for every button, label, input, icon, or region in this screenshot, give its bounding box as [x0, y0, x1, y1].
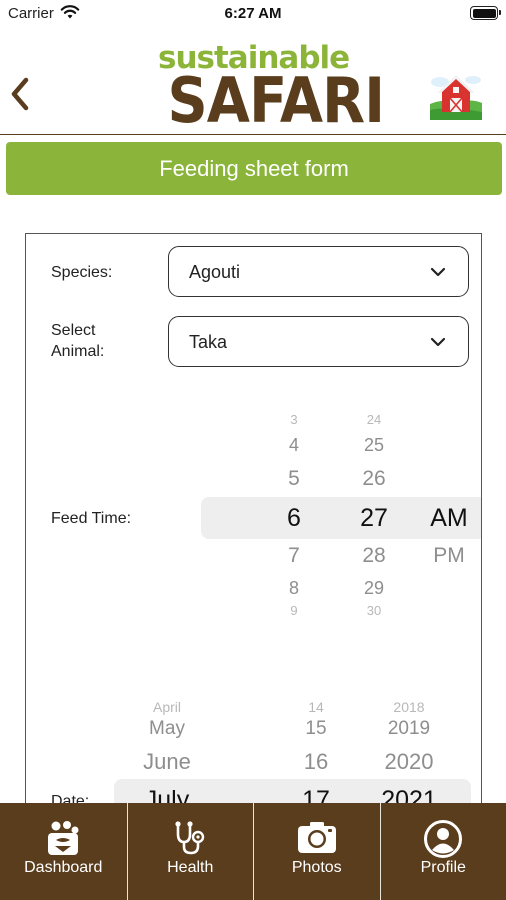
- animal-select[interactable]: Taka: [168, 316, 469, 367]
- minute-option[interactable]: 24: [349, 412, 399, 427]
- tab-photos-label: Photos: [291, 859, 342, 876]
- year-option[interactable]: 2020: [374, 749, 444, 775]
- header-divider: [0, 134, 506, 135]
- tab-profile-label: Profile: [420, 859, 466, 876]
- hour-option[interactable]: 4: [274, 435, 314, 456]
- profile-icon: [424, 820, 463, 858]
- tab-health-label: Health: [167, 859, 214, 876]
- hour-option[interactable]: 3: [274, 412, 314, 427]
- month-option[interactable]: April: [122, 699, 212, 715]
- period-selected[interactable]: AM: [421, 504, 477, 533]
- minute-selected[interactable]: 27: [349, 504, 399, 533]
- minute-option[interactable]: 28: [349, 544, 399, 568]
- hour-option[interactable]: 9: [274, 603, 314, 618]
- hour-selected[interactable]: 6: [274, 504, 314, 533]
- tab-profile[interactable]: Profile: [379, 803, 506, 900]
- species-select[interactable]: Agouti: [168, 246, 469, 297]
- farm-barn-icon[interactable]: [430, 70, 482, 120]
- sustainable-safari-logo: sustainable SAFARI: [158, 40, 386, 137]
- camera-icon: [297, 822, 336, 853]
- minute-option[interactable]: 26: [349, 467, 399, 491]
- tab-dashboard[interactable]: Dashboard: [0, 803, 127, 900]
- tab-health[interactable]: Health: [126, 803, 254, 900]
- feed-time-label: Feed Time:: [51, 510, 132, 527]
- tab-photos[interactable]: Photos: [253, 803, 380, 900]
- animal-label: Select Animal:: [51, 322, 105, 360]
- year-option[interactable]: 2019: [374, 718, 444, 740]
- form-title: Feeding sheet form: [159, 155, 349, 181]
- year-option[interactable]: 2018: [374, 699, 444, 715]
- species-label: Species:: [51, 264, 113, 281]
- form-title-banner: Feeding sheet form: [6, 142, 502, 195]
- app-header: sustainable SAFARI: [0, 30, 506, 134]
- hour-option[interactable]: 8: [274, 578, 314, 599]
- hour-option[interactable]: 7: [274, 544, 314, 568]
- day-option[interactable]: 16: [296, 749, 336, 775]
- stethoscope-icon: [175, 821, 205, 855]
- dashboard-icon: [48, 821, 79, 855]
- minute-option[interactable]: 25: [349, 435, 399, 456]
- status-time: 6:27 AM: [224, 5, 282, 22]
- minute-option[interactable]: 29: [349, 578, 399, 599]
- battery-icon: [470, 6, 501, 20]
- day-option[interactable]: 14: [296, 699, 336, 715]
- feeding-form-card: Species: Agouti Select Animal: Taka Feed…: [25, 233, 482, 813]
- tab-dashboard-label: Dashboard: [24, 859, 103, 876]
- minute-option[interactable]: 30: [349, 603, 399, 618]
- chevron-down-icon: [430, 337, 446, 347]
- bottom-tab-bar: Dashboard Health Photos Profile: [0, 803, 506, 900]
- status-bar: Carrier 6:27 AM: [0, 0, 506, 30]
- species-selected-value: Agouti: [189, 262, 241, 282]
- chevron-down-icon: [430, 267, 446, 277]
- back-chevron-icon[interactable]: [8, 76, 32, 112]
- day-option[interactable]: 15: [296, 718, 336, 740]
- logo-text-bottom: SAFARI: [167, 64, 386, 137]
- hour-option[interactable]: 5: [274, 467, 314, 491]
- period-option[interactable]: PM: [421, 544, 477, 568]
- animal-selected-value: Taka: [189, 332, 228, 352]
- month-option[interactable]: May: [122, 718, 212, 740]
- month-option[interactable]: June: [122, 749, 212, 775]
